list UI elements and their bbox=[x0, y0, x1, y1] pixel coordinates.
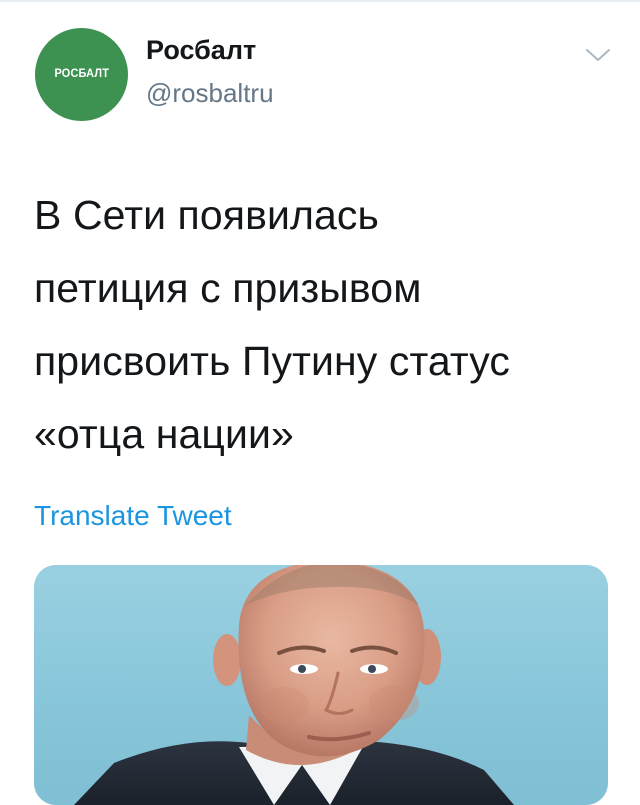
tweet-media-photo[interactable] bbox=[34, 565, 608, 805]
tweet-text-line: присвоить Путину статус bbox=[34, 338, 510, 384]
avatar-logo-text: РОСБАЛТ bbox=[54, 67, 109, 80]
account-handle[interactable]: @rosbaltru bbox=[146, 78, 274, 109]
display-name[interactable]: Росбалт bbox=[146, 35, 256, 66]
tweet-header: РОСБАЛТ Росбалт @rosbaltru bbox=[35, 28, 615, 128]
top-divider bbox=[0, 0, 640, 2]
tweet-text-line: «отца нации» bbox=[34, 411, 294, 457]
portrait-photo bbox=[34, 565, 608, 805]
translate-tweet-link[interactable]: Translate Tweet bbox=[34, 500, 232, 532]
chevron-down-icon[interactable] bbox=[585, 46, 611, 64]
avatar[interactable]: РОСБАЛТ bbox=[35, 28, 128, 121]
tweet-text-line: петиция с призывом bbox=[34, 265, 422, 311]
tweet-text-line: В Сети появилась bbox=[34, 192, 379, 238]
tweet-text: В Сети появилась петиция с призывом прис… bbox=[34, 179, 614, 471]
